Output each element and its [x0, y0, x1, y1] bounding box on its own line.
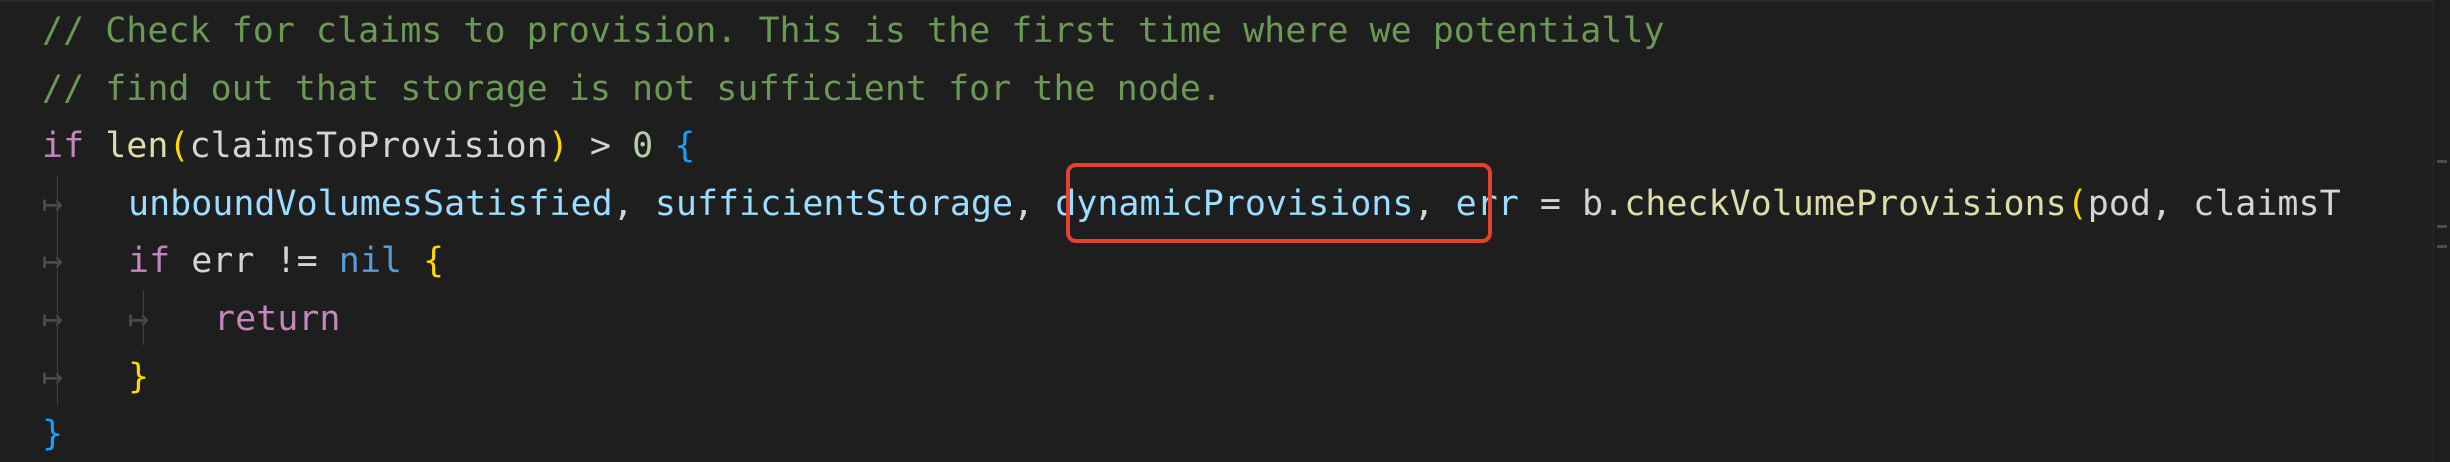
code-line[interactable]: ↦}	[42, 349, 2341, 407]
code-line[interactable]: // find out that storage is not sufficie…	[42, 61, 2341, 119]
code-token: pod, claimsT	[2087, 183, 2341, 224]
code-token: sufficientStorage	[654, 183, 1014, 224]
code-line[interactable]: ↦ ↦ return	[42, 291, 2341, 349]
code-line[interactable]: }	[42, 406, 2341, 462]
code-token: // find out that storage is not sufficie…	[42, 68, 1223, 109]
code-token: nil	[338, 241, 402, 282]
code-token: 0	[632, 126, 654, 167]
editor-top-border	[0, 0, 2450, 2]
indent-tab-icon: ↦	[42, 298, 64, 339]
code-token: )	[547, 126, 569, 167]
indent-tab-icon: ↦	[42, 183, 64, 224]
code-token: claimsToProvision	[189, 126, 548, 167]
vertical-scrollbar[interactable]	[2433, 0, 2450, 462]
code-token: {	[423, 241, 445, 282]
code-token: if	[42, 126, 85, 167]
code-token: ,	[1013, 183, 1056, 224]
scrollbar-marker	[2437, 160, 2447, 163]
indent-tab-icon: ↦	[42, 241, 64, 282]
code-token: }	[128, 356, 150, 397]
code-token: unboundVolumesSatisfied	[128, 183, 613, 224]
code-token: >	[568, 126, 633, 167]
code-line[interactable]: // Check for claims to provision. This i…	[42, 3, 2341, 61]
indent-guide	[143, 290, 144, 345]
code-token: return	[214, 298, 341, 339]
code-token: }	[42, 414, 64, 455]
code-token: checkVolumeProvisions	[1624, 183, 2067, 224]
indent-tab-icon: ↦	[42, 356, 64, 397]
code-token: b.	[1582, 183, 1625, 224]
code-token: if	[128, 241, 171, 282]
code-token: !=	[275, 241, 318, 282]
scrollbar-marker	[2437, 245, 2447, 248]
code-token: (	[2066, 183, 2088, 224]
code-token: =	[1518, 183, 1583, 224]
code-token: ,	[612, 183, 655, 224]
code-token: err	[170, 241, 276, 282]
highlight-annotation-box	[1066, 163, 1492, 243]
indent-guide	[57, 175, 58, 405]
code-editor[interactable]: // Check for claims to provision. This i…	[0, 0, 2450, 462]
code-token: len	[105, 126, 169, 167]
indent-tab-icon: ↦	[128, 298, 150, 339]
code-token: {	[674, 126, 696, 167]
code-token: // Check for claims to provision. This i…	[42, 11, 1665, 51]
code-token: (	[168, 126, 190, 167]
scrollbar-marker	[2437, 225, 2447, 228]
